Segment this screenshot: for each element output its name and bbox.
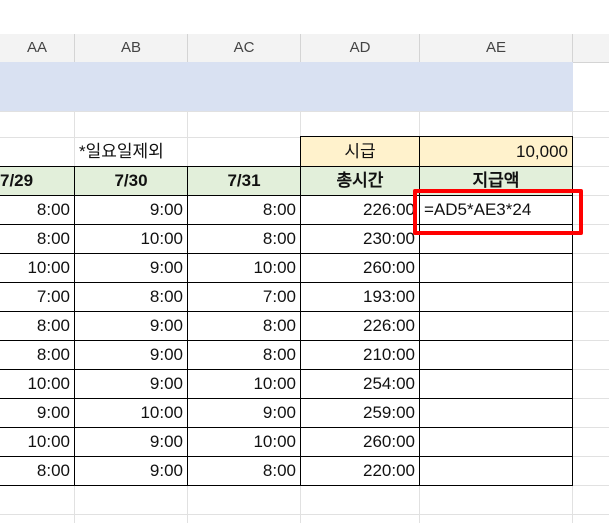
date-730-value[interactable]: 8:00 [74, 282, 188, 312]
payment-value[interactable] [419, 369, 573, 399]
header-date-729[interactable]: 7/29 [0, 166, 75, 196]
red-highlight-box [413, 189, 583, 235]
date-731-value[interactable]: 8:00 [187, 340, 301, 370]
date-730-value[interactable]: 10:00 [74, 224, 188, 254]
date-731-value[interactable]: 10:00 [187, 369, 301, 399]
date-731-value[interactable]: 10:00 [187, 427, 301, 457]
date-729-value[interactable]: 9:00 [0, 398, 75, 428]
date-729-value[interactable]: 10:00 [0, 427, 75, 457]
date-730-value[interactable]: 10:00 [74, 398, 188, 428]
column-header-aa[interactable]: AA [0, 34, 75, 62]
date-730-value[interactable]: 9:00 [74, 340, 188, 370]
date-731-value[interactable]: 8:00 [187, 224, 301, 254]
total-hours-value[interactable]: 210:00 [300, 340, 420, 370]
column-header-ad[interactable]: AD [301, 34, 420, 62]
header-total-hours[interactable]: 총시간 [300, 166, 420, 196]
date-729-value[interactable]: 8:00 [0, 195, 75, 225]
date-729-value[interactable]: 10:00 [0, 253, 75, 283]
header-date-730[interactable]: 7/30 [74, 166, 188, 196]
column-header-row: AA AB AC AD AE [0, 34, 609, 63]
date-731-value[interactable]: 9:00 [187, 398, 301, 428]
title-band[interactable] [0, 62, 573, 111]
date-730-value[interactable]: 9:00 [74, 427, 188, 457]
date-730-value[interactable]: 9:00 [74, 195, 188, 225]
date-730-value[interactable]: 9:00 [74, 369, 188, 399]
header-date-731[interactable]: 7/31 [187, 166, 301, 196]
date-729-value[interactable]: 8:00 [0, 340, 75, 370]
total-hours-value[interactable]: 260:00 [300, 427, 420, 457]
payment-value[interactable] [419, 427, 573, 457]
date-730-value[interactable]: 9:00 [74, 456, 188, 486]
total-hours-value[interactable]: 260:00 [300, 253, 420, 283]
payment-value[interactable] [419, 456, 573, 486]
column-header-af[interactable] [573, 34, 609, 62]
payment-value[interactable] [419, 282, 573, 312]
payment-value[interactable] [419, 340, 573, 370]
date-731-value[interactable]: 8:00 [187, 456, 301, 486]
note-cell[interactable]: *일요일제외 [75, 137, 301, 166]
date-730-value[interactable]: 9:00 [74, 253, 188, 283]
date-730-value[interactable]: 9:00 [74, 311, 188, 341]
spreadsheet-grid[interactable]: *일요일제외 시급 10,000 7/29 7/30 7/31 총시간 지급액 … [0, 62, 609, 523]
column-header-ab[interactable]: AB [75, 34, 188, 62]
toolbar-strip [0, 0, 609, 34]
date-731-value[interactable]: 7:00 [187, 282, 301, 312]
date-731-value[interactable]: 8:00 [187, 311, 301, 341]
total-hours-value[interactable]: 259:00 [300, 398, 420, 428]
total-hours-value[interactable]: 226:00 [300, 195, 420, 225]
total-hours-value[interactable]: 254:00 [300, 369, 420, 399]
payment-value[interactable] [419, 253, 573, 283]
date-731-value[interactable]: 10:00 [187, 253, 301, 283]
wage-value-cell[interactable]: 10,000 [419, 136, 573, 167]
column-header-ac[interactable]: AC [188, 34, 301, 62]
date-729-value[interactable]: 8:00 [0, 456, 75, 486]
date-729-value[interactable]: 8:00 [0, 224, 75, 254]
date-729-value[interactable]: 7:00 [0, 282, 75, 312]
wage-label-cell[interactable]: 시급 [300, 136, 420, 167]
payment-value[interactable] [419, 311, 573, 341]
total-hours-value[interactable]: 220:00 [300, 456, 420, 486]
date-731-value[interactable]: 8:00 [187, 195, 301, 225]
date-729-value[interactable]: 10:00 [0, 369, 75, 399]
total-hours-value[interactable]: 226:00 [300, 311, 420, 341]
column-header-ae[interactable]: AE [420, 34, 573, 62]
total-hours-value[interactable]: 193:00 [300, 282, 420, 312]
payment-value[interactable] [419, 398, 573, 428]
date-729-value[interactable]: 8:00 [0, 311, 75, 341]
total-hours-value[interactable]: 230:00 [300, 224, 420, 254]
